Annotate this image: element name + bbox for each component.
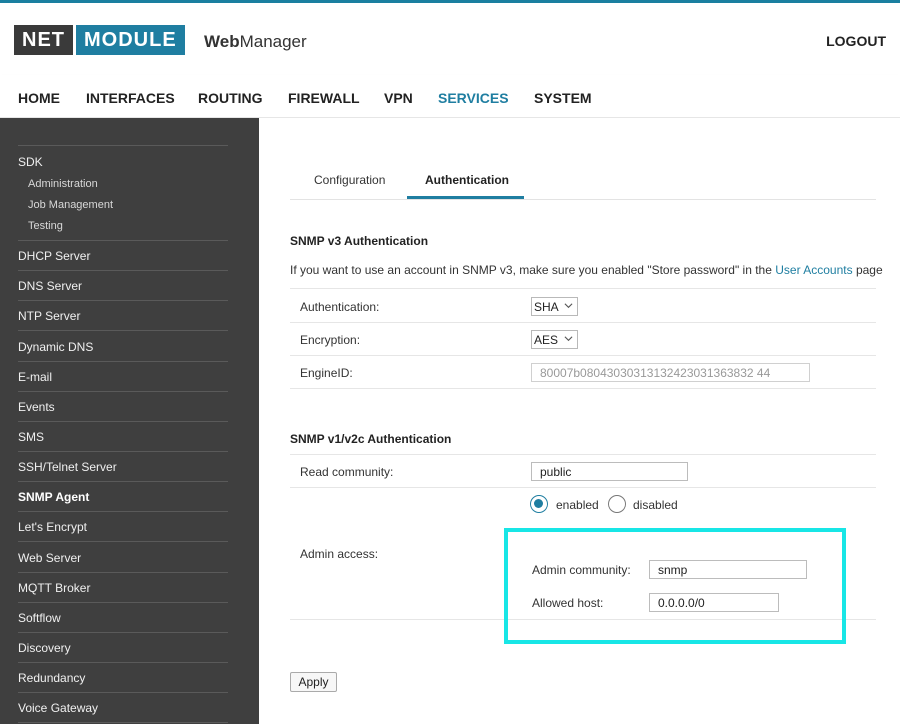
nav-interfaces[interactable]: INTERFACES xyxy=(86,90,175,106)
sidebar-item-events[interactable]: Events xyxy=(18,400,55,414)
user-accounts-link[interactable]: User Accounts xyxy=(775,263,852,277)
engineid-label: EngineID: xyxy=(300,366,353,380)
sidebar-divider xyxy=(18,572,228,573)
row-divider xyxy=(290,322,876,323)
sidebar-subitem-administration[interactable]: Administration xyxy=(28,178,98,190)
read-community-field[interactable]: public xyxy=(531,462,688,481)
sidebar-item-dns-server[interactable]: DNS Server xyxy=(18,279,82,293)
row-divider xyxy=(290,454,876,455)
sidebar-divider xyxy=(18,722,228,723)
tab-authentication[interactable]: Authentication xyxy=(425,173,509,187)
sidebar-subitem-testing[interactable]: Testing xyxy=(28,220,63,232)
logo-module-text: MODULE xyxy=(76,25,185,55)
encryption-select[interactable]: AES xyxy=(531,330,578,349)
snmp-v1v2c-section-title: SNMP v1/v2c Authentication xyxy=(290,432,452,446)
sidebar-divider xyxy=(18,481,228,482)
sidebar-divider xyxy=(18,602,228,603)
snmp-v3-section-title: SNMP v3 Authentication xyxy=(290,234,429,248)
chevron-down-icon xyxy=(564,303,573,309)
admin-access-disabled-label[interactable]: disabled xyxy=(633,498,678,512)
row-divider xyxy=(290,355,876,356)
logout-link[interactable]: LOGOUT xyxy=(826,33,886,49)
sidebar-divider xyxy=(18,240,228,241)
sidebar-divider xyxy=(18,511,228,512)
encryption-select-value: AES xyxy=(534,333,559,347)
sidebar-divider xyxy=(18,541,228,542)
engineid-field[interactable]: 80007b08043030313132423031363832 44 xyxy=(531,363,810,382)
authentication-select-value: SHA xyxy=(534,300,559,314)
admin-access-enabled-radio[interactable] xyxy=(530,495,548,513)
sidebar-item-sms[interactable]: SMS xyxy=(18,430,44,444)
nav-vpn[interactable]: VPN xyxy=(384,90,413,106)
nav-routing[interactable]: ROUTING xyxy=(198,90,263,106)
info-text-prefix: If you want to use an account in SNMP v3… xyxy=(290,263,776,277)
admin-access-disabled-radio[interactable] xyxy=(608,495,626,513)
main-nav: HOME INTERFACES ROUTING FIREWALL VPN SER… xyxy=(0,75,900,118)
apply-button[interactable]: Apply xyxy=(290,672,337,692)
sidebar-item-voice-gateway[interactable]: Voice Gateway xyxy=(18,701,98,715)
admin-access-label: Admin access: xyxy=(300,547,379,561)
nav-firewall[interactable]: FIREWALL xyxy=(288,90,360,106)
sidebar-item-ssh-telnet-server[interactable]: SSH/Telnet Server xyxy=(18,460,117,474)
sidebar-divider xyxy=(18,662,228,663)
sidebar: SDK Administration Job Management Testin… xyxy=(0,118,259,724)
sidebar-divider xyxy=(18,145,228,146)
nav-home[interactable]: HOME xyxy=(18,90,60,106)
read-community-label: Read community: xyxy=(300,465,394,479)
sidebar-divider xyxy=(18,300,228,301)
encryption-label: Encryption: xyxy=(300,333,361,347)
sidebar-item-sdk[interactable]: SDK xyxy=(18,155,43,169)
sidebar-item-dynamic-dns[interactable]: Dynamic DNS xyxy=(18,340,93,354)
tab-configuration[interactable]: Configuration xyxy=(314,173,385,187)
sidebar-item-web-server[interactable]: Web Server xyxy=(18,551,81,565)
admin-access-enabled-label[interactable]: enabled xyxy=(556,498,599,512)
chevron-down-icon xyxy=(564,336,573,342)
sidebar-item-snmp-agent[interactable]: SNMP Agent xyxy=(18,490,89,504)
tabs-divider xyxy=(290,199,876,200)
authentication-select[interactable]: SHA xyxy=(531,297,578,316)
app-name-rest: Manager xyxy=(239,32,307,51)
nav-services[interactable]: SERVICES xyxy=(438,90,509,106)
snmp-v3-info-text: If you want to use an account in SNMP v3… xyxy=(290,263,883,277)
sidebar-item-lets-encrypt[interactable]: Let's Encrypt xyxy=(18,520,87,534)
sidebar-divider xyxy=(18,270,228,271)
info-text-suffix: page xyxy=(852,263,883,277)
sidebar-item-discovery[interactable]: Discovery xyxy=(18,641,71,655)
sidebar-item-ntp-server[interactable]: NTP Server xyxy=(18,309,80,323)
active-tab-indicator xyxy=(407,196,524,199)
sidebar-item-dhcp-server[interactable]: DHCP Server xyxy=(18,249,90,263)
sidebar-item-email[interactable]: E-mail xyxy=(18,370,52,384)
sidebar-item-redundancy[interactable]: Redundancy xyxy=(18,671,85,685)
logo-net-text: NET xyxy=(14,25,73,55)
sidebar-divider xyxy=(18,391,228,392)
app-name: WebManager xyxy=(204,32,307,52)
row-divider xyxy=(290,487,876,488)
admin-access-highlight-box xyxy=(504,528,846,644)
authentication-label: Authentication: xyxy=(300,300,380,314)
main-content: Configuration Authentication SNMP v3 Aut… xyxy=(259,118,900,724)
sidebar-divider xyxy=(18,451,228,452)
nav-system[interactable]: SYSTEM xyxy=(534,90,592,106)
sidebar-divider xyxy=(18,361,228,362)
netmodule-logo: NET MODULE xyxy=(14,25,185,55)
sidebar-divider xyxy=(18,692,228,693)
sidebar-divider xyxy=(18,421,228,422)
app-name-bold: Web xyxy=(204,32,240,51)
sidebar-divider xyxy=(18,632,228,633)
sidebar-divider xyxy=(18,330,228,331)
sidebar-item-softflow[interactable]: Softflow xyxy=(18,611,61,625)
header: NET MODULE WebManager LOGOUT xyxy=(0,3,900,75)
sidebar-subitem-job-management[interactable]: Job Management xyxy=(28,199,113,211)
row-divider xyxy=(290,288,876,289)
row-divider xyxy=(290,388,876,389)
sidebar-item-mqtt-broker[interactable]: MQTT Broker xyxy=(18,581,90,595)
